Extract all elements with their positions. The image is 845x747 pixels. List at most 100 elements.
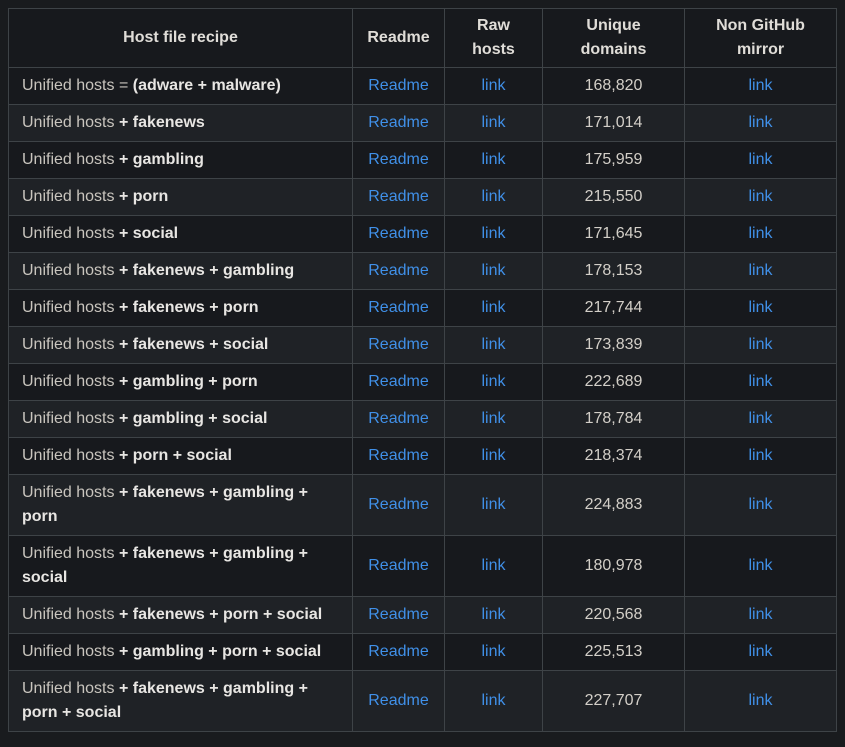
- unique-domains-cell: 220,568: [543, 597, 685, 634]
- raw-hosts-cell: link: [445, 290, 543, 327]
- unique-domains-value: 218,374: [585, 447, 643, 464]
- unique-domains-cell: 215,550: [543, 179, 685, 216]
- recipe-extensions: + fakenews + porn: [119, 299, 259, 316]
- raw-hosts-link[interactable]: link: [481, 336, 505, 353]
- mirror-link[interactable]: link: [748, 77, 772, 94]
- readme-link[interactable]: Readme: [368, 557, 428, 574]
- mirror-link[interactable]: link: [748, 496, 772, 513]
- mirror-link[interactable]: link: [748, 114, 772, 131]
- readme-link[interactable]: Readme: [368, 336, 428, 353]
- readme-link[interactable]: Readme: [368, 262, 428, 279]
- col-header-unique-domains: Unique domains: [543, 9, 685, 68]
- raw-hosts-link[interactable]: link: [481, 373, 505, 390]
- readme-link[interactable]: Readme: [368, 299, 428, 316]
- raw-hosts-link[interactable]: link: [481, 606, 505, 623]
- raw-hosts-cell: link: [445, 142, 543, 179]
- unique-domains-value: 168,820: [585, 77, 643, 94]
- unique-domains-value: 178,784: [585, 410, 643, 427]
- recipe-extensions: (adware + malware): [133, 77, 281, 94]
- raw-hosts-link[interactable]: link: [481, 188, 505, 205]
- mirror-link[interactable]: link: [748, 299, 772, 316]
- table-row: Unified hosts + social Readme link 171,6…: [9, 216, 837, 253]
- readme-cell: Readme: [353, 364, 445, 401]
- unique-domains-cell: 178,153: [543, 253, 685, 290]
- unique-domains-value: 227,707: [585, 692, 643, 709]
- readme-cell: Readme: [353, 475, 445, 536]
- recipe-extensions: + gambling + porn: [119, 373, 258, 390]
- mirror-cell: link: [685, 253, 837, 290]
- readme-cell: Readme: [353, 634, 445, 671]
- recipe-prefix: Unified hosts: [22, 373, 115, 390]
- raw-hosts-cell: link: [445, 105, 543, 142]
- mirror-link[interactable]: link: [748, 262, 772, 279]
- recipe-extensions: + gambling + porn + social: [119, 643, 321, 660]
- raw-hosts-link[interactable]: link: [481, 410, 505, 427]
- recipe-prefix: Unified hosts: [22, 336, 115, 353]
- raw-hosts-link[interactable]: link: [481, 151, 505, 168]
- raw-hosts-cell: link: [445, 401, 543, 438]
- unique-domains-value: 180,978: [585, 557, 643, 574]
- readme-link[interactable]: Readme: [368, 496, 428, 513]
- table-header-row: Host file recipe Readme Raw hosts Unique…: [9, 9, 837, 68]
- raw-hosts-link[interactable]: link: [481, 299, 505, 316]
- recipe-cell: Unified hosts + gambling + porn: [9, 364, 353, 401]
- mirror-cell: link: [685, 438, 837, 475]
- mirror-cell: link: [685, 597, 837, 634]
- readme-link[interactable]: Readme: [368, 188, 428, 205]
- mirror-link[interactable]: link: [748, 336, 772, 353]
- table-row: Unified hosts + fakenews Readme link 171…: [9, 105, 837, 142]
- raw-hosts-link[interactable]: link: [481, 225, 505, 242]
- readme-link[interactable]: Readme: [368, 151, 428, 168]
- readme-link[interactable]: Readme: [368, 692, 428, 709]
- unique-domains-cell: 173,839: [543, 327, 685, 364]
- readme-link[interactable]: Readme: [368, 225, 428, 242]
- mirror-link[interactable]: link: [748, 410, 772, 427]
- table-row: Unified hosts + fakenews + social Readme…: [9, 327, 837, 364]
- mirror-link[interactable]: link: [748, 188, 772, 205]
- raw-hosts-link[interactable]: link: [481, 77, 505, 94]
- mirror-link[interactable]: link: [748, 447, 772, 464]
- readme-cell: Readme: [353, 253, 445, 290]
- table-header: Host file recipe Readme Raw hosts Unique…: [9, 9, 837, 68]
- recipe-prefix: Unified hosts: [22, 151, 115, 168]
- readme-cell: Readme: [353, 216, 445, 253]
- readme-link[interactable]: Readme: [368, 114, 428, 131]
- raw-hosts-link[interactable]: link: [481, 262, 505, 279]
- recipe-cell: Unified hosts + fakenews: [9, 105, 353, 142]
- mirror-cell: link: [685, 105, 837, 142]
- recipe-cell: Unified hosts + gambling + social: [9, 401, 353, 438]
- unique-domains-value: 220,568: [585, 606, 643, 623]
- readme-link[interactable]: Readme: [368, 410, 428, 427]
- recipe-prefix: Unified hosts =: [22, 77, 128, 94]
- table-row: Unified hosts + gambling + porn + social…: [9, 634, 837, 671]
- mirror-link[interactable]: link: [748, 373, 772, 390]
- raw-hosts-link[interactable]: link: [481, 447, 505, 464]
- unique-domains-value: 173,839: [585, 336, 643, 353]
- mirror-link[interactable]: link: [748, 225, 772, 242]
- mirror-link[interactable]: link: [748, 606, 772, 623]
- mirror-link[interactable]: link: [748, 557, 772, 574]
- table-row: Unified hosts + gambling + social Readme…: [9, 401, 837, 438]
- mirror-link[interactable]: link: [748, 151, 772, 168]
- mirror-cell: link: [685, 68, 837, 105]
- readme-link[interactable]: Readme: [368, 606, 428, 623]
- raw-hosts-link[interactable]: link: [481, 643, 505, 660]
- unique-domains-cell: 168,820: [543, 68, 685, 105]
- readme-cell: Readme: [353, 597, 445, 634]
- readme-link[interactable]: Readme: [368, 447, 428, 464]
- table-row: Unified hosts + fakenews + gambling + so…: [9, 536, 837, 597]
- raw-hosts-link[interactable]: link: [481, 114, 505, 131]
- recipe-prefix: Unified hosts: [22, 680, 115, 697]
- col-header-raw-hosts: Raw hosts: [445, 9, 543, 68]
- readme-link[interactable]: Readme: [368, 373, 428, 390]
- raw-hosts-link[interactable]: link: [481, 496, 505, 513]
- mirror-cell: link: [685, 364, 837, 401]
- raw-hosts-link[interactable]: link: [481, 692, 505, 709]
- recipe-cell: Unified hosts + gambling + porn + social: [9, 634, 353, 671]
- readme-link[interactable]: Readme: [368, 77, 428, 94]
- mirror-link[interactable]: link: [748, 692, 772, 709]
- mirror-link[interactable]: link: [748, 643, 772, 660]
- readme-link[interactable]: Readme: [368, 643, 428, 660]
- unique-domains-cell: 178,784: [543, 401, 685, 438]
- raw-hosts-link[interactable]: link: [481, 557, 505, 574]
